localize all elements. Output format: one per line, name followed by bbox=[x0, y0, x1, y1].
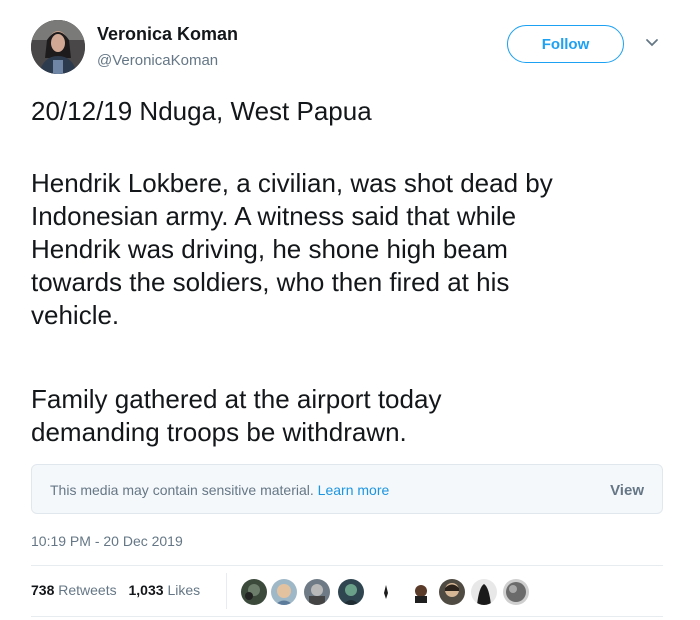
likes-count: 1,033 bbox=[128, 582, 164, 598]
liker-avatar[interactable] bbox=[337, 578, 365, 606]
follow-button[interactable]: Follow bbox=[507, 25, 624, 63]
divider bbox=[31, 616, 663, 617]
liker-avatar[interactable] bbox=[407, 578, 435, 606]
retweets-label: Retweets bbox=[58, 582, 117, 598]
tweet-text: 20/12/19 Nduga, West Papua Hendrik Lokbe… bbox=[31, 95, 676, 447]
tweet-line-location: 20/12/19 Nduga, West Papua bbox=[31, 96, 372, 126]
tweet-stats: 738 Retweets 1,033 Likes bbox=[31, 582, 208, 598]
liker-avatar[interactable] bbox=[303, 578, 331, 606]
learn-more-link[interactable]: Learn more bbox=[318, 482, 390, 498]
tweet-header: Veronica Koman @VeronicaKoman Follow bbox=[31, 20, 671, 76]
tweet-paragraph-incident: Hendrik Lokbere, a civilian, was shot de… bbox=[31, 168, 553, 330]
avatar-photo-icon bbox=[31, 20, 85, 74]
tweet-paragraph-family: Family gathered at the airport today dem… bbox=[31, 384, 442, 447]
retweets-count: 738 bbox=[31, 582, 55, 598]
divider bbox=[31, 565, 663, 566]
likes-label: Likes bbox=[167, 582, 201, 598]
liker-avatar[interactable] bbox=[502, 578, 530, 606]
liker-avatar[interactable] bbox=[240, 578, 268, 606]
sensitive-message: This media may contain sensitive materia… bbox=[50, 482, 389, 498]
tweet-timestamp[interactable]: 10:19 PM - 20 Dec 2019 bbox=[31, 533, 183, 549]
stats-separator bbox=[226, 573, 227, 609]
liker-avatar[interactable] bbox=[372, 578, 400, 606]
sensitive-media-notice: This media may contain sensitive materia… bbox=[31, 464, 663, 514]
liker-avatar[interactable] bbox=[270, 578, 298, 606]
view-button[interactable]: View bbox=[610, 482, 644, 499]
retweets-stat[interactable]: 738 Retweets bbox=[31, 582, 121, 598]
user-handle[interactable]: @VeronicaKoman bbox=[97, 52, 218, 69]
liker-avatar[interactable] bbox=[438, 578, 466, 606]
likes-stat[interactable]: 1,033 Likes bbox=[129, 582, 201, 598]
liker-avatar[interactable] bbox=[470, 578, 498, 606]
display-name[interactable]: Veronica Koman bbox=[97, 24, 238, 45]
chevron-down-icon[interactable] bbox=[645, 36, 659, 50]
user-avatar[interactable] bbox=[31, 20, 85, 74]
sensitive-message-text: This media may contain sensitive materia… bbox=[50, 482, 314, 498]
